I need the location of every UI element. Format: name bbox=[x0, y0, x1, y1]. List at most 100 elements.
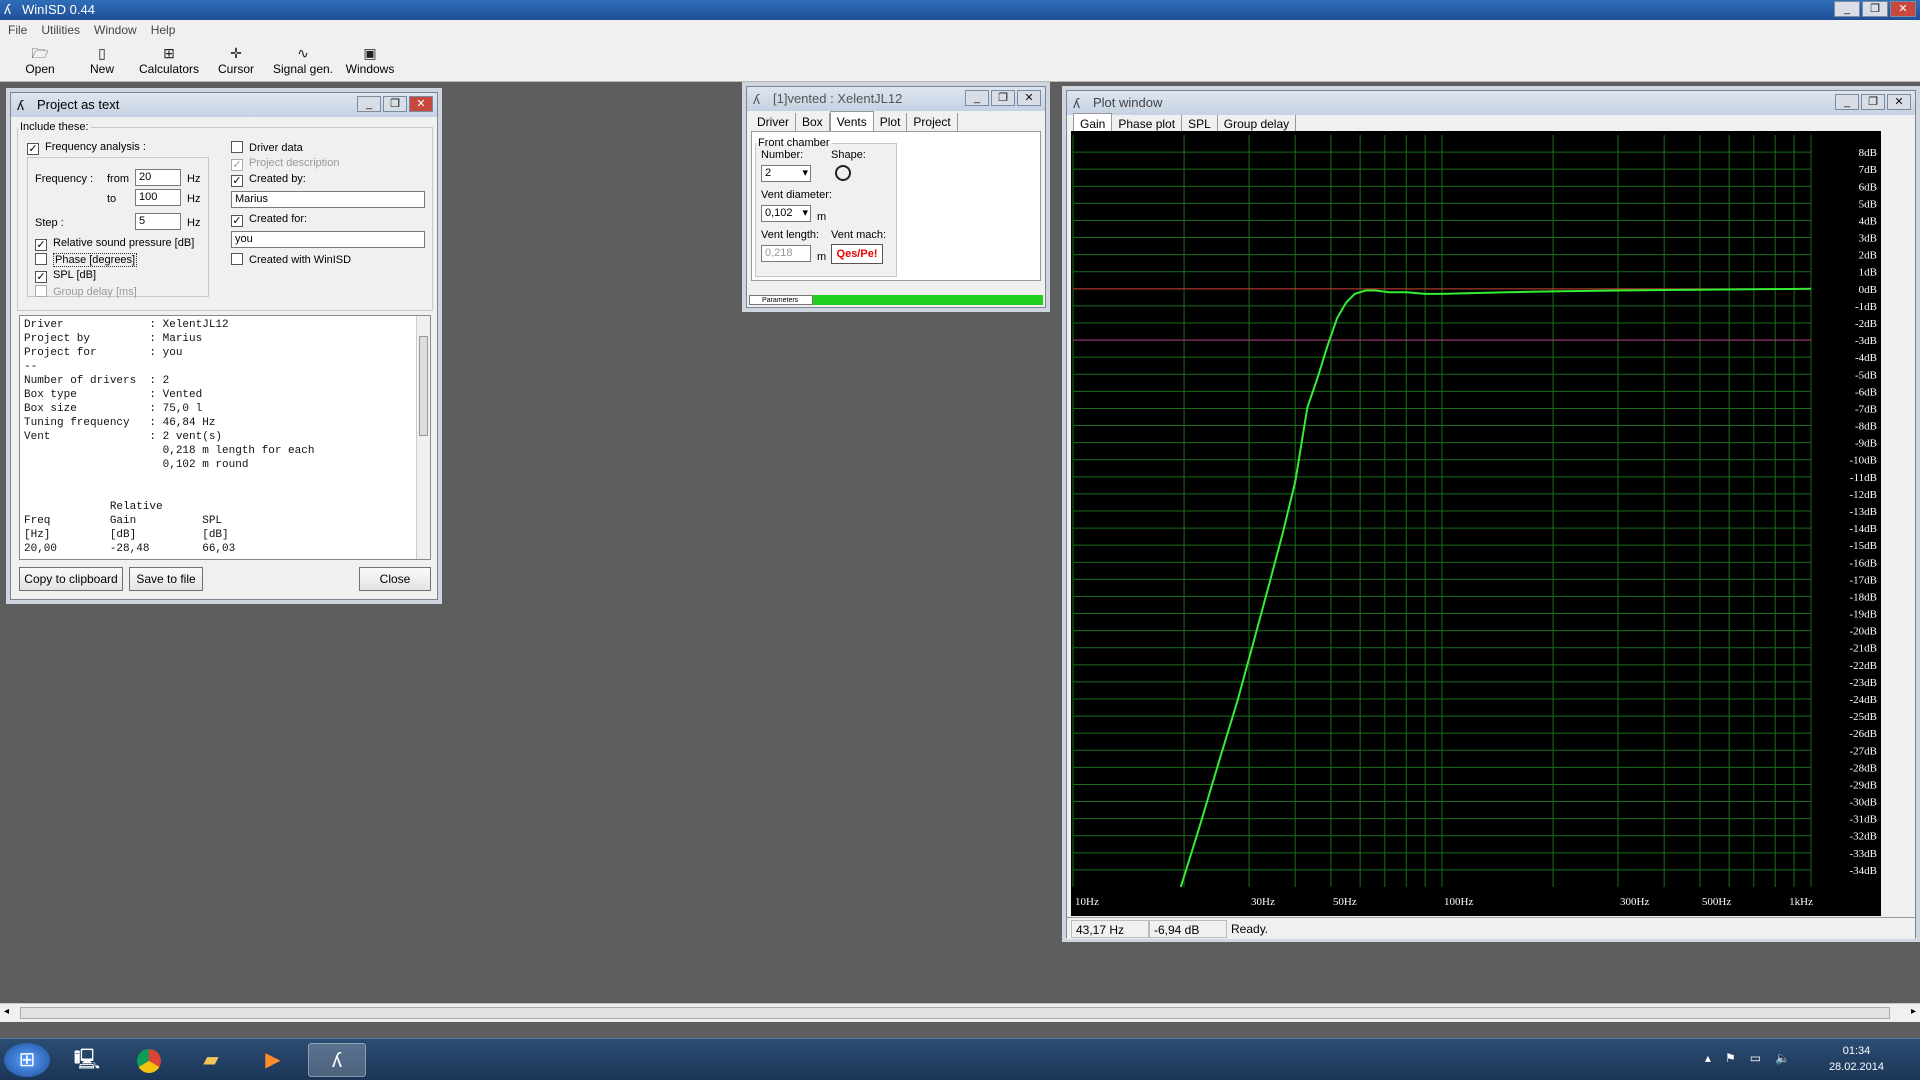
menu-window[interactable]: Window bbox=[94, 20, 137, 40]
tab-gain[interactable]: Gain bbox=[1073, 113, 1113, 133]
y-tick-label: -3dB bbox=[1855, 335, 1877, 347]
signal-generator-icon: ∿ bbox=[297, 45, 309, 61]
frequency-analysis-checkbox[interactable]: ✓ Frequency analysis : bbox=[27, 141, 146, 155]
step-input[interactable]: 5 bbox=[135, 213, 181, 230]
minimize-button[interactable]: _ bbox=[1835, 94, 1859, 110]
relative-spl-checkbox[interactable]: ✓ Relative sound pressure [dB] bbox=[35, 237, 194, 251]
clock[interactable]: 01:34 28.02.2014 bbox=[1829, 1043, 1884, 1075]
project-text-area[interactable]: Driver : XelentJL12 Project by : Marius … bbox=[19, 315, 431, 560]
window-title: Plot window bbox=[1093, 95, 1163, 110]
restore-button[interactable]: ❐ bbox=[1861, 94, 1885, 110]
y-tick-label: -6dB bbox=[1855, 386, 1877, 398]
from-input[interactable]: 20 bbox=[135, 169, 181, 186]
y-tick-label: -12dB bbox=[1850, 489, 1878, 501]
close-window-button[interactable]: ✕ bbox=[409, 96, 433, 112]
y-tick-label: -9dB bbox=[1855, 438, 1877, 450]
tray-expand-icon[interactable]: ▴ bbox=[1705, 1051, 1711, 1065]
cursor-button[interactable]: ✛ Cursor bbox=[210, 40, 262, 81]
tab-box[interactable]: Box bbox=[796, 113, 830, 131]
close-window-button[interactable]: ✕ bbox=[1887, 94, 1911, 110]
menu-bar: File Utilities Window Help bbox=[0, 20, 1920, 40]
phase-checkbox[interactable]: Phase [degrees] bbox=[35, 253, 138, 267]
menu-utilities[interactable]: Utilities bbox=[41, 20, 80, 40]
restore-button[interactable]: ❐ bbox=[383, 96, 407, 112]
created-by-input[interactable]: Marius bbox=[231, 191, 425, 208]
calculators-button[interactable]: ⊞ Calculators bbox=[138, 40, 200, 81]
y-tick-label: 6dB bbox=[1859, 181, 1877, 193]
shape-label: Shape: bbox=[831, 149, 866, 161]
menu-help[interactable]: Help bbox=[151, 20, 176, 40]
show-desktop-taskbar-icon[interactable]: 🖳 bbox=[64, 1043, 110, 1077]
y-tick-label: -32dB bbox=[1850, 831, 1878, 843]
y-tick-label: -30dB bbox=[1850, 797, 1878, 809]
clock-time: 01:34 bbox=[1842, 1045, 1871, 1057]
toolbar: 🗁 Open ▯ New ⊞ Calculators ✛ Cursor ∿ Signal … bbox=[0, 40, 1920, 82]
x-tick-label: 30Hz bbox=[1251, 896, 1275, 908]
y-tick-label: -15dB bbox=[1850, 540, 1878, 552]
windows-icon: ▣ bbox=[363, 45, 377, 61]
tab-plot[interactable]: Plot bbox=[873, 113, 908, 131]
system-tray: ▴ ⚑ ▭ 🔈 bbox=[1705, 1051, 1790, 1065]
tab-project[interactable]: Project bbox=[907, 113, 958, 131]
text-scrollbar[interactable] bbox=[416, 316, 430, 559]
start-button[interactable]: ⊞ bbox=[4, 1043, 50, 1077]
explorer-taskbar-icon[interactable]: ▰ bbox=[188, 1043, 234, 1077]
minimize-button[interactable]: _ bbox=[965, 90, 989, 106]
minimize-button[interactable]: _ bbox=[357, 96, 381, 112]
volume-icon[interactable]: 🔈 bbox=[1775, 1051, 1790, 1065]
winisd-taskbar-icon[interactable]: ʎ bbox=[308, 1043, 366, 1077]
created-by-checkbox[interactable]: ✓ Created by: bbox=[231, 173, 306, 187]
parameters-tab[interactable]: Parameters bbox=[749, 295, 813, 305]
hz-label: Hz bbox=[187, 217, 201, 229]
y-tick-label: -10dB bbox=[1850, 455, 1878, 467]
vent-number-select[interactable]: 2 ▾ bbox=[761, 165, 811, 182]
qes-pe-button[interactable]: Qes/Pe! bbox=[831, 244, 883, 264]
hz-label: Hz bbox=[187, 193, 201, 205]
scroll-right-icon[interactable]: ▸ bbox=[1911, 1006, 1916, 1017]
tab-vents[interactable]: Vents bbox=[829, 111, 874, 131]
workspace-hscrollbar[interactable]: ◂ ▸ bbox=[0, 1003, 1920, 1022]
save-to-file-button[interactable]: Save to file bbox=[129, 567, 203, 591]
y-tick-label: -17dB bbox=[1850, 574, 1878, 586]
status-progress-bar bbox=[813, 295, 1043, 305]
close-button[interactable]: Close bbox=[359, 567, 431, 591]
windows-button[interactable]: ▣ Windows bbox=[344, 40, 396, 81]
scroll-left-icon[interactable]: ◂ bbox=[4, 1006, 9, 1017]
y-tick-label: -33dB bbox=[1850, 848, 1878, 860]
tab-driver[interactable]: Driver bbox=[751, 113, 796, 131]
media-player-taskbar-icon[interactable]: ▶ bbox=[250, 1043, 296, 1077]
chrome-taskbar-icon[interactable] bbox=[126, 1043, 172, 1077]
gain-plot[interactable]: 8dB 7dB 6dB 5dB 4dB 3dB 2dB 1dB 0dB -1dB -2dB -3dB -… bbox=[1071, 131, 1881, 916]
project-as-text-titlebar: ʎ Project as text _ ❐ ✕ bbox=[11, 93, 437, 117]
check-icon: ✓ bbox=[231, 215, 243, 227]
vent-length-input[interactable]: 0,218 bbox=[761, 245, 811, 262]
signal-generator-button[interactable]: ∿ Signal gen. bbox=[272, 40, 334, 81]
gain-plot-svg[interactable]: 8dB 7dB 6dB 5dB 4dB 3dB 2dB 1dB 0dB -1dB -2dB -3dB -… bbox=[1071, 131, 1881, 916]
round-shape-icon[interactable] bbox=[835, 165, 851, 181]
close-window-button[interactable]: ✕ bbox=[1017, 90, 1041, 106]
created-with-winisd-checkbox[interactable]: Created with WinISD bbox=[231, 253, 351, 266]
to-input[interactable]: 100 bbox=[135, 189, 181, 206]
spl-checkbox[interactable]: ✓ SPL [dB] bbox=[35, 269, 96, 283]
created-for-checkbox[interactable]: ✓ Created for: bbox=[231, 213, 307, 227]
driver-data-checkbox[interactable]: Driver data bbox=[231, 141, 303, 154]
action-center-flag-icon[interactable]: ⚑ bbox=[1725, 1051, 1736, 1065]
scroll-thumb[interactable] bbox=[20, 1007, 1890, 1019]
close-app-button[interactable]: ✕ bbox=[1890, 1, 1916, 17]
copy-to-clipboard-button[interactable]: Copy to clipboard bbox=[19, 567, 123, 591]
open-button[interactable]: 🗁 Open bbox=[14, 40, 66, 81]
minimize-button[interactable]: _ bbox=[1834, 1, 1860, 17]
y-tick-label: -31dB bbox=[1850, 814, 1878, 826]
vent-diameter-select[interactable]: 0,102 ▾ bbox=[761, 205, 811, 222]
restore-button[interactable]: ❐ bbox=[1862, 1, 1888, 17]
project-description-checkbox: ✓ Project description bbox=[231, 157, 340, 171]
scroll-thumb[interactable] bbox=[419, 336, 428, 436]
created-for-input[interactable]: you bbox=[231, 231, 425, 248]
new-button[interactable]: ▯ New bbox=[76, 40, 128, 81]
menu-file[interactable]: File bbox=[8, 20, 27, 40]
winisd-logo-icon: ʎ bbox=[4, 1, 11, 17]
restore-button[interactable]: ❐ bbox=[991, 90, 1015, 106]
network-icon[interactable]: ▭ bbox=[1750, 1051, 1761, 1065]
y-tick-label: -14dB bbox=[1850, 523, 1878, 535]
number-label: Number: bbox=[761, 149, 804, 161]
